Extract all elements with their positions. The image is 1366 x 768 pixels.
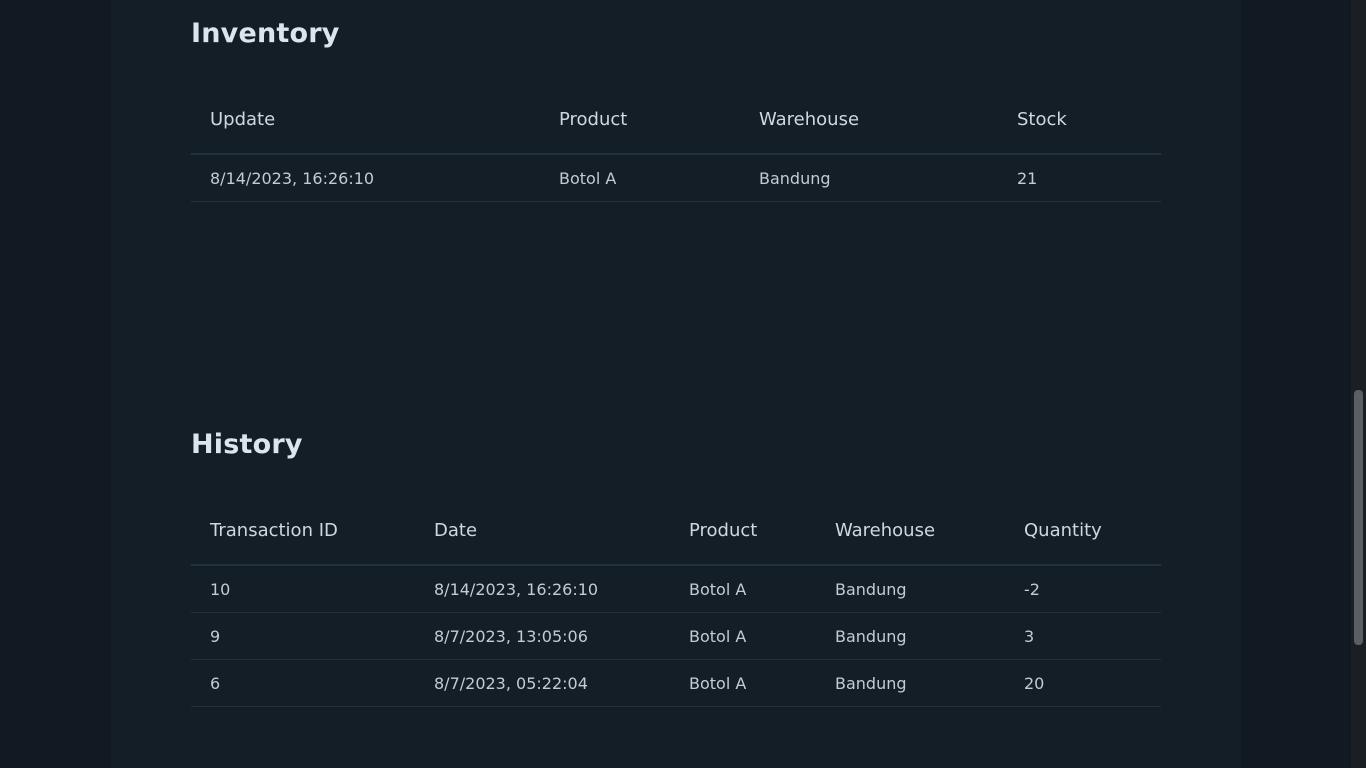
vertical-scrollbar[interactable] — [1351, 0, 1366, 768]
history-cell-quantity: 20 — [1005, 659, 1161, 707]
history-header-row: Transaction ID Date Product Warehouse Qu… — [191, 520, 1161, 566]
inventory-table: Update Product Warehouse Stock 8/14/2023… — [191, 109, 1161, 202]
history-col-date: Date — [415, 520, 670, 566]
history-cell-date: 8/7/2023, 05:22:04 — [415, 659, 670, 707]
table-row: 10 8/14/2023, 16:26:10 Botol A Bandung -… — [191, 565, 1161, 613]
inventory-col-warehouse: Warehouse — [740, 109, 998, 155]
inventory-header-row: Update Product Warehouse Stock — [191, 109, 1161, 155]
inventory-cell-product: Botol A — [540, 154, 740, 202]
table-row: 6 8/7/2023, 05:22:04 Botol A Bandung 20 — [191, 659, 1161, 707]
history-cell-quantity: 3 — [1005, 612, 1161, 660]
inventory-cell-stock: 21 — [998, 154, 1161, 202]
history-cell-warehouse: Bandung — [816, 565, 1005, 613]
history-cell-quantity: -2 — [1005, 565, 1161, 613]
main-container: Inventory Update Product Warehouse Stock — [111, 0, 1241, 768]
history-cell-id: 9 — [191, 612, 415, 660]
inventory-title: Inventory — [191, 18, 340, 49]
history-col-warehouse: Warehouse — [816, 520, 1005, 566]
history-cell-date: 8/7/2023, 13:05:06 — [415, 612, 670, 660]
inventory-cell-update: 8/14/2023, 16:26:10 — [191, 154, 540, 202]
history-cell-date: 8/14/2023, 16:26:10 — [415, 565, 670, 613]
inventory-col-stock: Stock — [998, 109, 1161, 155]
history-col-transaction-id: Transaction ID — [191, 520, 415, 566]
history-cell-product: Botol A — [670, 612, 816, 660]
inventory-col-update: Update — [191, 109, 540, 155]
history-cell-id: 10 — [191, 565, 415, 613]
history-col-quantity: Quantity — [1005, 520, 1161, 566]
table-row: 8/14/2023, 16:26:10 Botol A Bandung 21 — [191, 154, 1161, 202]
inventory-cell-warehouse: Bandung — [740, 154, 998, 202]
history-cell-product: Botol A — [670, 565, 816, 613]
scrollbar-thumb[interactable] — [1354, 390, 1363, 645]
page: Inventory Update Product Warehouse Stock — [0, 0, 1351, 768]
history-cell-id: 6 — [191, 659, 415, 707]
history-cell-warehouse: Bandung — [816, 659, 1005, 707]
inventory-col-product: Product — [540, 109, 740, 155]
history-title: History — [191, 429, 303, 460]
table-row: 9 8/7/2023, 13:05:06 Botol A Bandung 3 — [191, 612, 1161, 660]
history-cell-product: Botol A — [670, 659, 816, 707]
history-table: Transaction ID Date Product Warehouse Qu… — [191, 520, 1161, 707]
history-col-product: Product — [670, 520, 816, 566]
history-cell-warehouse: Bandung — [816, 612, 1005, 660]
